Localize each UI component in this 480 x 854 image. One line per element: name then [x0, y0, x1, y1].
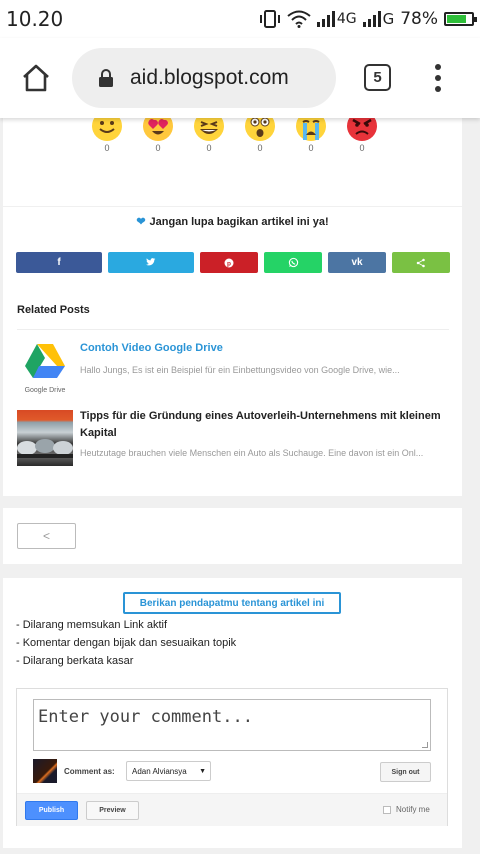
signal-icon-1: [316, 11, 335, 27]
preview-button[interactable]: Preview: [86, 801, 139, 820]
vk-share-button[interactable]: vk: [328, 252, 386, 273]
lock-icon: [99, 69, 113, 87]
notify-checkbox[interactable]: [383, 805, 391, 814]
share-prompt: ❤ Jangan lupa bagikan artikel ini ya!: [3, 206, 462, 228]
publish-button[interactable]: Publish: [25, 801, 78, 820]
overflow-menu-icon[interactable]: [432, 62, 444, 94]
reaction-count: 0: [359, 143, 365, 153]
signal-icon-2: [362, 11, 381, 27]
google-drive-icon: [25, 344, 65, 378]
comment-as-select[interactable]: Adan Alviansya ▼: [126, 761, 211, 781]
page-content: 0 0 0 0 0 0 ❤ Jangan lupa bagikan artike…: [0, 111, 480, 854]
twitter-share-button[interactable]: [108, 252, 194, 273]
related-post-title[interactable]: Contoh Video Google Drive: [80, 340, 223, 357]
reaction-count: 0: [308, 143, 314, 153]
comment-placeholder: Enter your comment...: [38, 707, 253, 727]
comments-heading: Berikan pendapatmu tentang artikel ini: [123, 592, 341, 614]
pinterest-share-button[interactable]: p: [200, 252, 258, 273]
related-post-item[interactable]: Tipps für die Gründung eines Autoverleih…: [17, 408, 449, 472]
avatar: [33, 759, 57, 783]
reaction-count: 0: [104, 143, 110, 153]
comment-textarea[interactable]: Enter your comment...: [33, 699, 431, 751]
related-post-excerpt: Heutzutage brauchen viele Menschen ein A…: [80, 448, 424, 458]
related-post-title[interactable]: Tipps für die Gründung eines Autoverleih…: [80, 408, 444, 442]
status-icons: 4G G 78%: [259, 9, 477, 29]
notify-me-option[interactable]: Notify me: [383, 805, 430, 814]
related-post-excerpt: Hallo Jungs, Es ist ein Beispiel für ein…: [80, 365, 400, 375]
reaction-count: 0: [155, 143, 161, 153]
sign-out-button[interactable]: Sign out: [380, 762, 431, 782]
reaction-count: 0: [257, 143, 263, 153]
post-footer-card: 0 0 0 0 0 0 ❤ Jangan lupa bagikan artike…: [3, 111, 462, 496]
comments-card: Berikan pendapatmu tentang artikel ini -…: [3, 578, 462, 848]
reaction-count: 0: [206, 143, 212, 153]
comment-form: Enter your comment... Comment as: Adan A…: [16, 688, 448, 826]
status-time: 10.20: [6, 7, 64, 31]
comment-as-label: Comment as:: [64, 767, 115, 776]
thumbnail-caption: Google Drive: [24, 387, 66, 394]
related-post-item[interactable]: Google Drive Contoh Video Google Drive H…: [17, 340, 449, 396]
battery-percent: 78%: [400, 9, 438, 29]
twitter-icon: [146, 258, 156, 266]
network-label-1: 4G: [336, 11, 357, 27]
whatsapp-share-button[interactable]: [264, 252, 322, 273]
vibrate-icon: [259, 10, 280, 28]
comment-as-value: Adan Alviansya: [132, 766, 187, 776]
pager-card: <: [3, 508, 462, 564]
share-buttons: f p vk: [16, 252, 450, 273]
comment-rule: - Komentar dengan bijak dan sesuaikan to…: [16, 637, 237, 649]
facebook-icon: f: [57, 257, 61, 268]
car-rental-thumbnail[interactable]: [17, 410, 73, 466]
google-drive-thumbnail[interactable]: Google Drive: [17, 340, 73, 396]
tab-switcher-button[interactable]: 5: [364, 64, 391, 91]
browser-toolbar: aid.blogspot.com 5: [0, 38, 480, 118]
battery-icon: [444, 12, 477, 26]
status-bar: 10.20 4G G 78%: [0, 0, 480, 38]
svg-text:p: p: [227, 260, 231, 267]
cars-image: [17, 439, 73, 458]
chevron-left-icon: <: [42, 529, 50, 543]
dropdown-arrow-icon: ▼: [199, 767, 206, 775]
url-text: aid.blogspot.com: [130, 66, 289, 89]
comment-rules: - Dilarang memsukan Link aktif - Komenta…: [16, 616, 236, 670]
whatsapp-icon: [288, 257, 298, 268]
previous-page-button[interactable]: <: [17, 523, 76, 549]
facebook-share-button[interactable]: f: [16, 252, 102, 273]
share-prompt-text: Jangan lupa bagikan artikel ini ya!: [149, 216, 329, 228]
related-posts-title: Related Posts: [17, 304, 90, 316]
comment-action-bar: Publish Preview Notify me: [17, 793, 447, 826]
pinterest-icon: p: [224, 258, 234, 267]
resize-handle-icon[interactable]: [422, 742, 428, 748]
share-icon: [416, 258, 425, 267]
vk-icon: vk: [351, 257, 363, 268]
notify-label: Notify me: [396, 805, 430, 814]
heart-icon: ❤: [136, 216, 146, 228]
home-icon[interactable]: [20, 62, 52, 94]
battery-fill: [447, 15, 466, 23]
wifi-icon: [287, 10, 311, 28]
comment-rule: - Dilarang berkata kasar: [16, 655, 134, 667]
address-bar[interactable]: aid.blogspot.com: [72, 48, 336, 108]
comment-rule: - Dilarang memsukan Link aktif: [16, 619, 168, 631]
divider: [17, 329, 449, 330]
network-label-2: G: [382, 10, 395, 28]
generic-share-button[interactable]: [392, 252, 450, 273]
